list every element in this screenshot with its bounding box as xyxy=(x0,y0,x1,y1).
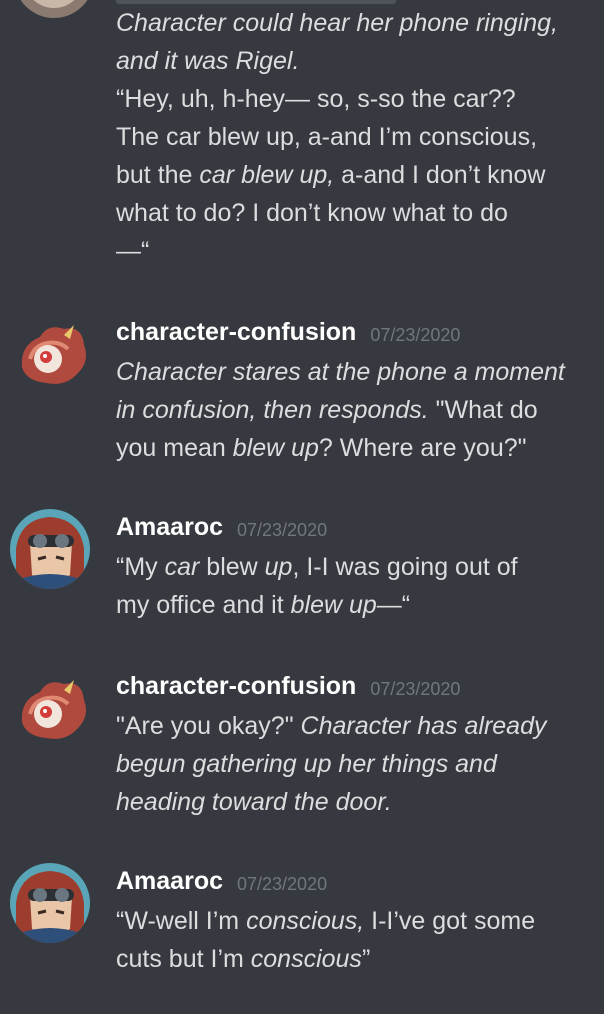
message-text: blew up xyxy=(232,434,319,462)
message-text: I-I’ve got some xyxy=(364,907,536,935)
message-text: a-and I don’t know xyxy=(334,161,546,189)
message-text: conscious xyxy=(250,945,362,973)
message-line: heading toward the door. xyxy=(116,783,596,821)
message-line: what to do? I don’t know what to do xyxy=(116,194,596,232)
message-line: begun gathering up her things and xyxy=(116,745,596,783)
message-text: car blew up, xyxy=(199,161,335,189)
message-text: my office and it xyxy=(116,591,291,619)
message-text: ” xyxy=(361,945,371,973)
message-line: in confusion, then responds. "What do xyxy=(116,391,596,429)
message-text: "Are you okay?" xyxy=(116,712,301,740)
message-line: “Hey, uh, h-hey— so, s-so the car?? xyxy=(116,80,596,118)
red-bird-avatar-icon xyxy=(12,670,92,750)
message-text: “W-well I’m xyxy=(116,907,247,935)
message-text: blew up xyxy=(290,591,377,619)
message-header: Amaaroc 07/23/2020 xyxy=(116,508,327,546)
avatar-character-confusion[interactable] xyxy=(12,670,92,750)
message-line: cuts but I’m conscious” xyxy=(116,940,596,978)
red-bird-avatar-icon xyxy=(12,315,92,395)
message-line: you mean blew up? Where are you?" xyxy=(116,429,596,467)
message-text: but the xyxy=(116,161,200,189)
message-line: —“ xyxy=(116,232,596,270)
avatar-amaaroc[interactable] xyxy=(10,509,90,589)
message-line: “W-well I’m conscious, I-I’ve got some xyxy=(116,902,596,940)
message-header: character-confusion 07/23/2020 xyxy=(116,667,460,705)
username[interactable]: character-confusion xyxy=(116,318,356,346)
message-header: character-confusion 07/23/2020 xyxy=(116,313,460,351)
username[interactable]: Amaaroc xyxy=(116,867,223,895)
avatar[interactable] xyxy=(14,0,94,18)
message-line: "Are you okay?" Character has already xyxy=(116,707,596,745)
message-text: in confusion, then responds. xyxy=(116,396,429,424)
message-line: The car blew up, a-and I’m conscious, xyxy=(116,118,596,156)
message-text: —“ xyxy=(116,237,150,265)
message-text: ? Where are you?" xyxy=(318,434,527,462)
message-text: "What do xyxy=(428,396,538,424)
message-text: Character stares at the phone a moment xyxy=(116,358,565,386)
message-text: “Hey, uh, h-hey— so, s-so the car?? xyxy=(116,85,516,113)
username[interactable]: Amaaroc xyxy=(116,513,223,541)
goggles-person-avatar-icon xyxy=(10,509,90,589)
username[interactable]: character-confusion xyxy=(116,672,356,700)
message-text: The car blew up, a-and I’m conscious, xyxy=(116,123,538,151)
message-text: up xyxy=(264,553,293,581)
timestamp[interactable]: 07/23/2020 xyxy=(237,520,327,540)
message-text: conscious, xyxy=(246,907,365,935)
message-text: begun gathering up her things and xyxy=(116,750,497,778)
timestamp[interactable]: 07/23/2020 xyxy=(237,874,327,894)
goggles-person-avatar-icon xyxy=(10,863,90,943)
message-line: Character could hear her phone ringing, xyxy=(116,4,596,42)
message-text: Character has already xyxy=(300,712,547,740)
message-line: but the car blew up, a-and I don’t know xyxy=(116,156,596,194)
message-text: blew xyxy=(199,553,265,581)
avatar-character-confusion[interactable] xyxy=(12,315,92,395)
message-text: , I-I was going out of xyxy=(292,553,518,581)
message-text: —“ xyxy=(376,591,411,619)
message-text: Character could hear her phone ringing, xyxy=(116,9,558,37)
message-line: Character stares at the phone a moment xyxy=(116,353,596,391)
message-text: what to do? I don’t know what to do xyxy=(116,199,508,227)
message-text: car xyxy=(164,553,200,581)
message-text: and it was Rigel. xyxy=(116,47,300,75)
timestamp[interactable]: 07/23/2020 xyxy=(370,325,460,345)
message-line: my office and it blew up—“ xyxy=(116,586,596,624)
message-line: “My car blew up, I-I was going out of xyxy=(116,548,596,586)
message-text: cuts but I’m xyxy=(116,945,251,973)
message-text: “My xyxy=(116,553,165,581)
message-text: heading toward the door. xyxy=(116,788,392,816)
avatar-amaaroc[interactable] xyxy=(10,863,90,943)
message-text: you mean xyxy=(116,434,233,462)
timestamp[interactable]: 07/23/2020 xyxy=(370,679,460,699)
message-header: Amaaroc 07/23/2020 xyxy=(116,862,327,900)
message-line: and it was Rigel. xyxy=(116,42,596,80)
